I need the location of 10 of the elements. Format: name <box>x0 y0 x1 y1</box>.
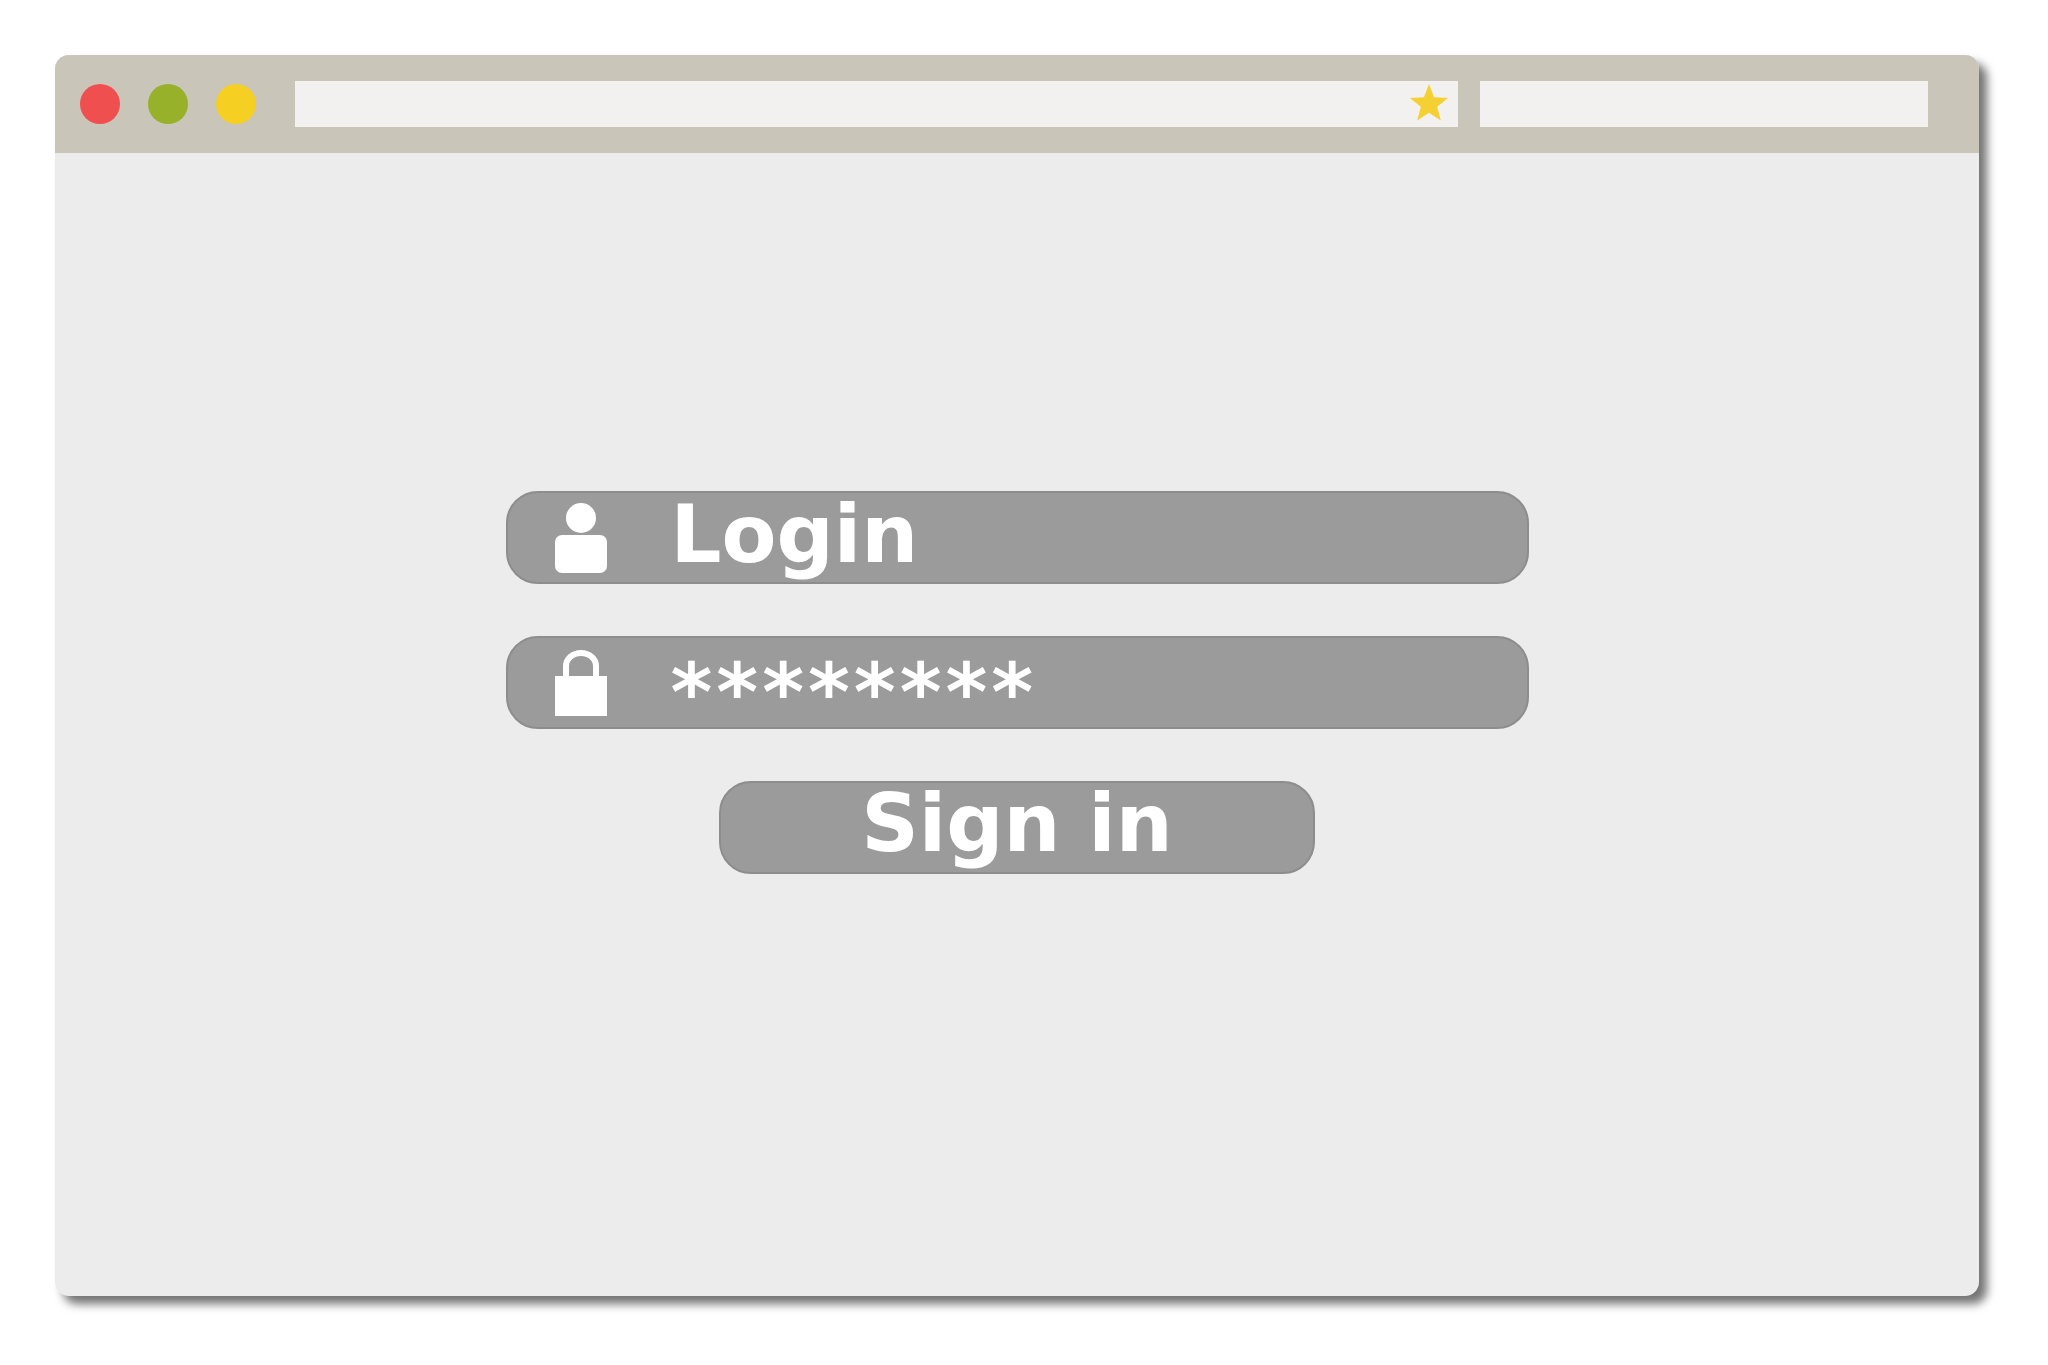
close-button[interactable] <box>80 84 120 124</box>
sign-in-button[interactable]: Sign in <box>719 781 1315 874</box>
lock-icon <box>554 649 607 716</box>
maximize-button[interactable] <box>216 84 256 124</box>
user-icon <box>554 502 607 573</box>
address-bar[interactable] <box>295 81 1458 127</box>
search-field[interactable] <box>1480 81 1928 127</box>
minimize-button[interactable] <box>148 84 188 124</box>
username-field[interactable]: Login <box>505 491 1529 584</box>
password-field[interactable]: ******** <box>505 636 1529 729</box>
